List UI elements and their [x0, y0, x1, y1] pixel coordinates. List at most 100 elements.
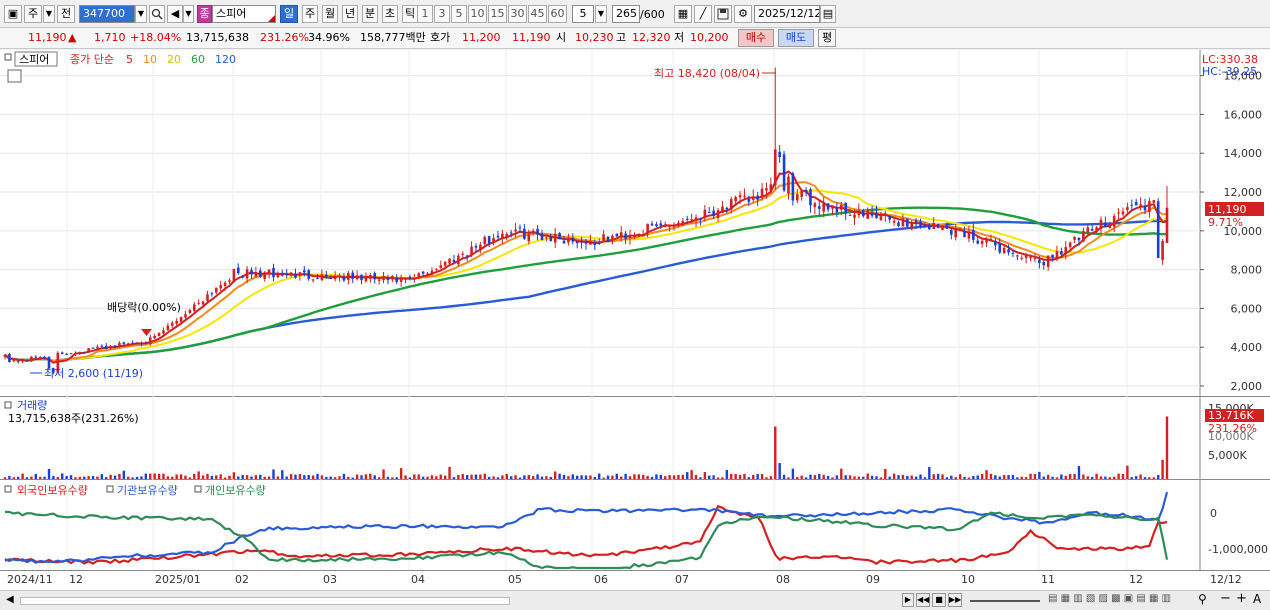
candle-body: [1060, 251, 1063, 255]
period-tab-6[interactable]: 틱: [402, 5, 418, 23]
candle-body: [210, 293, 214, 295]
stock-name-field[interactable]: 스피어: [212, 5, 276, 23]
zoom-plus-icon[interactable]: +: [1236, 591, 1247, 606]
candle-body: [888, 215, 892, 220]
candle-body: [303, 270, 306, 273]
volume-bar: [483, 473, 486, 479]
volume-bar: [3, 477, 7, 479]
speaker-icon[interactable]: ◀: [167, 5, 183, 23]
stock-chart[interactable]: 2,0004,0006,0008,00010,00012,00014,00016…: [0, 50, 1270, 590]
zoom-out-icon[interactable]: ⚲: [1198, 592, 1207, 606]
candle-body: [650, 223, 654, 226]
eval-button[interactable]: 평: [818, 29, 836, 47]
volume-bar: [294, 474, 297, 479]
volume-bar: [254, 475, 258, 479]
buy-button[interactable]: 매수: [738, 29, 774, 47]
candle-body: [483, 237, 487, 245]
scroll-right-icon[interactable]: [890, 597, 898, 605]
chart-style-icons[interactable]: ▤ ▦ ▥ ▧ ▨ ▩ ▣ ▤ ▦ ▥: [1048, 593, 1171, 604]
volume-bar: [501, 475, 504, 479]
market-select[interactable]: 주: [24, 5, 42, 23]
volume-pct: 231.26%: [260, 31, 309, 44]
volume-bar: [633, 474, 636, 479]
period-tab-5[interactable]: 초: [382, 5, 398, 23]
speaker-dropdown-icon[interactable]: ▼: [183, 5, 194, 23]
volume-bar: [553, 471, 557, 479]
candle-body: [729, 199, 733, 210]
interval-button-3[interactable]: 3: [434, 5, 450, 23]
chart-area[interactable]: 2,000 4,000 6,000 8,000 10,000 12,000 14,000 16…: [0, 50, 1270, 590]
interval-button-15[interactable]: 15: [488, 5, 507, 23]
volume-bar: [897, 475, 900, 479]
candle-body: [919, 221, 922, 227]
text-size-icon[interactable]: A: [1253, 592, 1261, 606]
volume-bar: [272, 469, 275, 479]
zoom-slider[interactable]: [970, 600, 1040, 602]
stock-code-input[interactable]: 347700: [79, 5, 135, 23]
indicator-grid-icon[interactable]: [7, 69, 22, 83]
volume-bar: [399, 468, 403, 479]
candle-body: [963, 230, 966, 238]
volume-bar: [21, 473, 24, 479]
candle-body: [571, 238, 575, 242]
volume-bar: [1112, 476, 1116, 479]
play-icon[interactable]: ▶: [902, 593, 914, 607]
candle-body: [1165, 207, 1169, 244]
date-input[interactable]: 2025/12/12: [754, 5, 820, 23]
zoom-minus-icon[interactable]: −: [1220, 591, 1231, 606]
horizontal-scrollbar[interactable]: [20, 597, 510, 605]
candle-body: [839, 205, 843, 210]
unit-input[interactable]: 5: [572, 5, 594, 23]
count-input[interactable]: 265: [612, 5, 640, 23]
market-dropdown-icon[interactable]: ▼: [43, 5, 55, 23]
prev-button[interactable]: 전: [57, 5, 75, 23]
unit-dropdown-icon[interactable]: ▼: [595, 5, 607, 23]
next-icon[interactable]: ▶▶: [948, 593, 962, 607]
volume-bar: [492, 476, 495, 479]
period-tab-2[interactable]: 월: [322, 5, 338, 23]
interval-button-60[interactable]: 60: [548, 5, 567, 23]
period-tab-4[interactable]: 분: [362, 5, 378, 23]
sell-button[interactable]: 매도: [778, 29, 814, 47]
settings-gear-icon[interactable]: ⚙: [734, 5, 752, 23]
window-menu-icon[interactable]: ▣: [4, 5, 22, 23]
volume-bar: [598, 473, 601, 479]
interval-button-1[interactable]: 1: [417, 5, 433, 23]
period-tab-3[interactable]: 년: [342, 5, 358, 23]
candle-body: [540, 233, 544, 240]
search-icon[interactable]: [149, 5, 165, 23]
volume-bar: [105, 477, 108, 479]
save-icon[interactable]: [714, 5, 732, 23]
calendar-icon[interactable]: ▤: [820, 5, 836, 23]
first-icon[interactable]: ◀◀: [916, 593, 930, 607]
scroll-left-icon[interactable]: ◀: [6, 594, 14, 605]
candle-body: [399, 278, 403, 282]
candle-body: [188, 310, 192, 313]
candle-body: [492, 238, 495, 242]
draw-line-icon[interactable]: ╱: [694, 5, 712, 23]
volume-bar: [457, 474, 460, 479]
volume-bar: [980, 474, 984, 479]
volume-bar: [747, 477, 751, 479]
volume-bar: [796, 476, 799, 479]
period-tab-1[interactable]: 주: [302, 5, 318, 23]
volume-bar: [109, 474, 112, 479]
volume-bar: [1024, 477, 1028, 479]
volume-bar: [774, 426, 777, 479]
x-label: 10: [961, 573, 975, 586]
candle-body: [861, 210, 865, 217]
candle-body: [624, 233, 627, 239]
interval-button-5[interactable]: 5: [451, 5, 467, 23]
period-tab-0[interactable]: 일: [280, 5, 298, 23]
stop-icon[interactable]: ■: [932, 593, 946, 607]
candle-body: [241, 275, 244, 278]
candle-body: [892, 220, 896, 223]
volume-bar: [954, 477, 957, 479]
chart-tools-icon[interactable]: ▦: [674, 5, 692, 23]
interval-button-10[interactable]: 10: [468, 5, 487, 23]
code-dropdown-icon[interactable]: ▼: [135, 5, 147, 23]
candle-body: [285, 273, 288, 276]
interval-button-45[interactable]: 45: [528, 5, 547, 23]
interval-button-30[interactable]: 30: [508, 5, 527, 23]
candle-body: [457, 255, 460, 265]
